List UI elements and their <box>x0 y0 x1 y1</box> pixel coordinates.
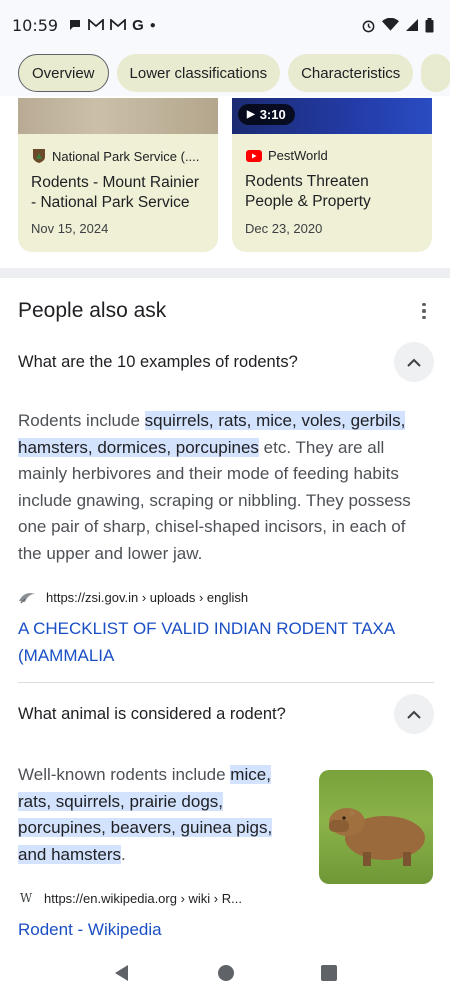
status-bar: 10:59 G ● <box>0 0 450 50</box>
paa-header: People also ask <box>18 296 434 326</box>
question-text: What animal is considered a rodent? <box>18 704 286 723</box>
dot-icon: ● <box>149 19 156 31</box>
chip-overview[interactable]: Overview <box>18 54 109 92</box>
more-options-icon[interactable] <box>414 302 434 320</box>
paa-question[interactable]: What animal is considered a rodent? <box>18 694 434 734</box>
card-title: Rodents Threaten People & Property <box>245 173 371 210</box>
answer-text: Well-known rodents include <box>18 765 231 784</box>
section-divider <box>0 268 450 278</box>
result-link[interactable]: A CHECKLIST OF VALID INDIAN RODENT TAXA … <box>18 615 418 669</box>
card-thumbnail <box>18 98 218 134</box>
navigation-bar <box>0 946 450 1000</box>
answer-source[interactable]: https://zsi.gov.in › uploads › english <box>18 590 248 605</box>
video-duration: ▶ 3:10 <box>238 104 295 125</box>
nps-logo-icon <box>33 149 45 163</box>
card-thumbnail: ▶ 3:10 <box>232 98 432 134</box>
question-text: What are the 10 examples of rodents? <box>18 352 298 371</box>
battery-icon <box>425 17 434 32</box>
duration-label: 3:10 <box>259 107 286 122</box>
collapse-button[interactable] <box>394 694 434 734</box>
status-time: 10:59 <box>12 15 59 35</box>
card-date: Dec 23, 2020 <box>245 221 323 236</box>
chip-more[interactable] <box>421 54 450 92</box>
wifi-icon <box>382 18 399 31</box>
card-source: National Park Service (.... <box>32 148 206 164</box>
wikipedia-icon: W <box>19 891 33 905</box>
video-carousel: National Park Service (.... Rodents - Mo… <box>18 98 450 254</box>
divider <box>18 682 434 683</box>
collapse-button[interactable] <box>394 342 434 382</box>
filter-chips: Overview Lower classifications Character… <box>0 50 450 96</box>
system-icons <box>361 17 434 33</box>
chip-characteristics[interactable]: Characteristics <box>288 54 414 92</box>
chevron-up-icon <box>407 358 421 367</box>
google-icon: G <box>132 16 144 34</box>
paa-title: People also ask <box>18 299 167 322</box>
answer-text: . <box>121 844 126 864</box>
card-date: Nov 15, 2024 <box>31 221 109 236</box>
result-card[interactable]: National Park Service (.... Rodents - Mo… <box>18 98 218 252</box>
back-icon[interactable] <box>113 964 131 982</box>
source-url: https://en.wikipedia.org › wiki › R... <box>44 890 242 906</box>
play-icon: ▶ <box>247 109 255 120</box>
alarm-icon <box>362 20 375 32</box>
youtube-icon <box>246 149 262 162</box>
home-icon[interactable] <box>217 964 235 982</box>
notification-icons: G ● <box>68 17 156 34</box>
paa-question[interactable]: What are the 10 examples of rodents? <box>18 342 434 382</box>
answer-text: Rodents include <box>18 411 145 430</box>
gmail-icon <box>110 19 127 30</box>
card-source: PestWorld <box>246 148 420 163</box>
capybara-image[interactable] <box>319 770 433 884</box>
chip-lower-classifications[interactable]: Lower classifications <box>116 54 281 92</box>
chat-icon <box>70 20 81 30</box>
zsi-favicon-icon <box>19 592 35 603</box>
answer-source[interactable]: W https://en.wikipedia.org › wiki › R... <box>18 890 242 906</box>
paa-answer: Rodents include squirrels, rats, mice, v… <box>18 408 432 567</box>
card-source-name: PestWorld <box>268 148 328 163</box>
capybara-illustration <box>329 808 425 866</box>
recents-icon[interactable] <box>321 965 337 981</box>
card-source-name: National Park Service (.... <box>52 148 200 164</box>
card-title: Rodents - Mount Rainier - National Park … <box>31 174 199 211</box>
chevron-up-icon <box>407 710 421 719</box>
result-link[interactable]: Rodent - Wikipedia <box>18 916 162 943</box>
source-url: https://zsi.gov.in › uploads › english <box>46 590 249 605</box>
signal-icon <box>406 19 418 31</box>
paa-answer: Well-known rodents include mice, rats, s… <box>18 762 303 868</box>
result-card[interactable]: ▶ 3:10 PestWorld Rodents Threaten People… <box>232 98 432 252</box>
gmail-icon <box>88 19 105 30</box>
